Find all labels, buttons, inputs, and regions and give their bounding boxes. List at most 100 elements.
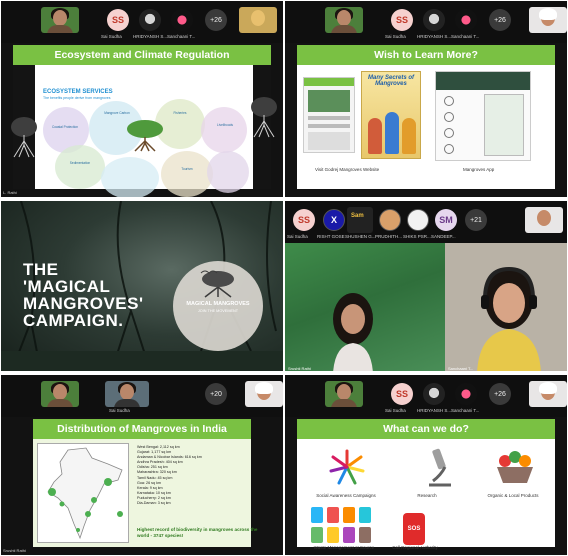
campaign-title-line: CAMPAIGN. [23,311,124,330]
participant-avatar[interactable]: SS [107,9,129,31]
action-item-label: Waste Management at Source [313,545,375,550]
participant-video-left[interactable]: Srushti Rathi [285,243,445,371]
bin-icon [359,507,371,523]
participant-name: HRIDYANSH S... [417,408,452,413]
india-outline-icon [47,447,123,540]
video-name-label: Sanchaani T... [448,366,474,371]
participant-avatar[interactable]: SM [435,209,457,231]
participant-avatar[interactable] [407,209,429,231]
participant-name: Sai Sudha [287,234,308,239]
bin-icon [327,527,339,543]
produce-basket-icon [497,451,533,483]
bin-icon [343,507,355,523]
caption-website: Visit Godrej Mangroves Website [315,167,380,172]
mangrove-silhouette-icon [251,97,277,138]
video-panel-campaign: THE 'MAGICAL MANGROVES' CAMPAIGN. MAGICA… [0,200,284,372]
slide-title: Ecosystem and Climate Regulation [13,45,271,65]
website-screenshot[interactable] [303,77,355,153]
participant-avatar[interactable] [423,383,445,405]
more-participants-button[interactable]: +20 [205,383,227,405]
participant-tile[interactable]: Sam [347,207,373,233]
participant-name: RISHT GOSE [317,234,345,239]
india-map [37,443,129,543]
speaker-label: L. Rathi [3,190,17,195]
participant-avatar[interactable]: SS [391,9,413,31]
campaign-title-line: 'MAGICAL [23,277,111,296]
shared-slide: Wish to Learn More? Many Secrets of Mang… [297,45,555,189]
bin-icon [343,527,355,543]
participant-tile-self[interactable] [41,7,79,33]
person-illustration [333,293,373,371]
bin-icon [311,527,323,543]
slide-title: Distribution of Mangroves in India [33,419,251,439]
service-block: Coastal Protection [51,125,79,129]
video-panel-learn-more: SS +26 Sai Sudha HRIDYANSH S... Sanchaan… [284,0,568,198]
participant-strip: SS +26 Sai Sudha HRIDYANSH S... Sanchaan… [285,1,567,43]
video-panel-participants: SS X Sam SM +21 Sai Sudha RISHT GOSE SHU… [284,200,568,372]
book-cover: Many Secrets of Mangroves [361,71,421,159]
participant-avatar[interactable] [455,383,477,405]
shared-slide: Distribution of Mangroves in India West … [33,419,258,547]
book-title: Many Secrets of Mangroves [367,75,415,87]
microscope-icon [429,448,451,487]
action-item-label: Social Awareness Campaigns [316,493,376,498]
participant-video-right[interactable]: Sanchaani T... [445,243,567,371]
participant-name: Sai Sudha [109,408,130,413]
action-item-label: Call Regional Authority [392,545,438,550]
participant-tile[interactable] [525,207,563,233]
participant-tile[interactable] [239,7,277,33]
participant-name: Sai Sudha [385,408,406,413]
video-panel-ecosystem: SS +26 Sai Sudha HRIDYANSH S... Sanchaan… [0,0,284,198]
video-panel-what-can-we-do: SS +26 Sai Sudha HRIDYANSH S... Sanchaan… [284,374,568,556]
bin-icon [311,507,323,523]
participant-name: Sanchaani T... [451,408,480,413]
app-screenshot[interactable] [435,71,531,161]
participant-avatar[interactable]: X [323,209,345,231]
participant-avatar[interactable] [423,9,445,31]
participant-tile[interactable] [245,381,283,407]
campaign-title-line: THE [23,260,59,279]
participant-tile-self[interactable] [325,381,363,407]
participant-tile[interactable] [529,7,567,33]
participant-name: SANDEEP... [431,234,456,239]
more-participants-button[interactable]: +26 [205,9,227,31]
participant-name: Sai Sudha [385,34,406,39]
participant-avatar[interactable] [139,9,161,31]
campaign-background: THE 'MAGICAL MANGROVES' CAMPAIGN. MAGICA… [1,201,283,371]
participant-avatar[interactable] [455,9,477,31]
participant-tile[interactable] [105,381,149,407]
participant-name: Sanchaani T... [451,34,480,39]
shared-slide: What can we do? Social Awareness Campaig… [297,419,555,550]
bin-icon [327,507,339,523]
more-participants-button[interactable]: +26 [489,383,511,405]
service-block: Mangrove Carbon [104,111,130,115]
sos-phone-icon: SOS [403,513,425,545]
participant-avatar[interactable] [171,9,193,31]
participant-avatar[interactable] [379,209,401,231]
participant-name: HRIDYANSH S... [133,34,168,39]
person-with-headset-illustration [477,266,541,371]
video-name-label: Srushti Rathi [288,366,311,371]
participant-tile-self[interactable] [325,7,363,33]
slide-title: What can we do? [297,419,555,439]
infographic-title: ECOSYSTEM SERVICES [43,89,113,95]
participant-tile[interactable] [529,381,567,407]
participant-avatar[interactable]: SS [391,383,413,405]
mangrove-tree-icon [127,120,163,152]
speaker-label: Srushti Rathi [3,548,26,553]
logo-subtitle: JOIN THE MOVEMENT [197,309,239,313]
campaign-title-line: MANGROVES' [23,294,144,313]
participant-name: Sai Sudha [101,34,122,39]
service-block: Tourism [181,167,193,171]
state-item: Dia-Daman: 3 sq km [137,501,171,506]
participant-tile-self[interactable] [41,381,79,407]
more-participants-button[interactable]: +21 [465,209,487,231]
participant-name: PRUDHITH... [375,234,402,239]
people-network-icon [329,449,365,485]
action-item-label: Research [417,493,437,498]
participant-avatar[interactable]: SS [293,209,315,231]
more-participants-button[interactable]: +26 [489,9,511,31]
service-block: Fisheries [173,111,187,115]
state-list: West Bengal: 2,112 sq km Gujarat: 1,177 … [137,445,202,506]
participant-strip: SS +26 Sai Sudha HRIDYANSH S... Sanchaan… [285,375,567,417]
